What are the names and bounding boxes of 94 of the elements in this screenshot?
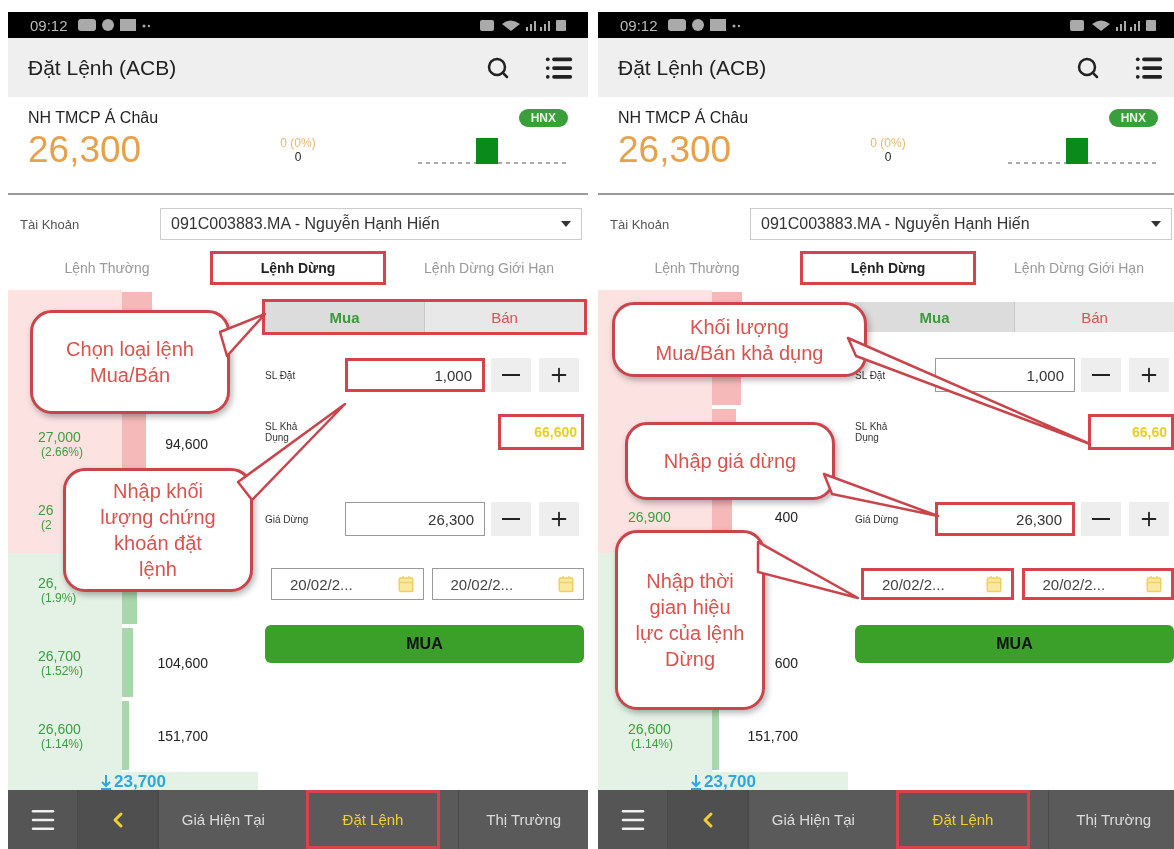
order-price: 26, (38, 574, 59, 591)
field-label: SL Đặt (265, 369, 297, 381)
decrement-button[interactable] (1081, 358, 1121, 392)
calendar-icon (557, 575, 575, 593)
stock-name: NH TMCP Á Châu (28, 109, 159, 127)
callout-bubble: Nhập giá dừng (625, 422, 835, 500)
stock-name: NH TMCP Á Châu (618, 109, 749, 127)
order-price: 26,600 (628, 720, 672, 737)
decrement-button[interactable] (1081, 502, 1121, 536)
field-label: Giá Dừng (265, 513, 310, 525)
date-field[interactable]: 20/02/2... (1021, 568, 1174, 600)
increment-button[interactable] (539, 358, 579, 392)
account-select[interactable]: 091C003883.MA - Nguyễn Hạnh Hiến (750, 208, 1172, 240)
nav-link[interactable]: Đặt Lệnh (895, 790, 1031, 849)
order-volume: 94,600 (165, 435, 208, 452)
status-time: 09:12 (30, 16, 68, 34)
field-label: SL Khả Dụng (265, 421, 299, 443)
minus-icon (502, 374, 520, 376)
calendar-icon (1145, 575, 1163, 593)
account-select[interactable]: 091C003883.MA - Nguyễn Hạnh Hiến (160, 208, 582, 240)
account-label: Tài Khoản (610, 216, 671, 232)
order-change: (1.14%) (40, 736, 85, 751)
order-price: 26 (38, 501, 55, 518)
stock-price: 26,300 (618, 129, 733, 171)
nav-link[interactable]: Giá Hiện Tại (748, 790, 878, 849)
buy-button[interactable]: MUA (855, 625, 1174, 663)
increment-button[interactable] (1129, 502, 1169, 536)
nav-link[interactable]: Đặt Lệnh (305, 790, 441, 849)
order-change: (2.66%) (40, 444, 85, 459)
date-field[interactable]: 20/02/2... (861, 568, 1014, 600)
input-field[interactable]: 1,000 (345, 358, 485, 392)
caret-icon (1151, 221, 1161, 227)
order-volume: 600 (774, 654, 798, 671)
price-change: 0 (0%) (280, 136, 316, 150)
trade-volume: 0 (294, 150, 302, 164)
order-change: (1.9%) (40, 590, 78, 605)
order-volume: 151,700 (157, 727, 208, 744)
decrement-button[interactable] (491, 502, 531, 536)
exchange-badge: HNX (518, 109, 568, 127)
account-label: Tài Khoản (20, 216, 81, 232)
field-label: SL Khả Dụng (855, 421, 889, 443)
order-change: (1.52%) (40, 663, 85, 678)
down-arrow-icon (690, 774, 702, 790)
order-price: 26,700 (38, 647, 82, 664)
minus-icon (1092, 518, 1110, 520)
total-volume: 23,700 (114, 772, 166, 792)
buy-button[interactable]: MUA (265, 625, 584, 663)
calendar-icon (984, 575, 1003, 593)
down-arrow-icon (100, 774, 112, 790)
available-quantity: 66,600 (498, 414, 584, 450)
callout-bubble: Chọn loại lệnh Mua/Bán (30, 310, 230, 414)
calendar-icon (396, 575, 415, 593)
search-button[interactable] (1076, 55, 1100, 80)
order-volume: 151,700 (747, 727, 798, 744)
price-change: 0 (0%) (870, 136, 906, 150)
total-volume: 23,700 (704, 772, 756, 792)
minus-icon (502, 518, 520, 520)
exchange-badge: HNX (1108, 109, 1158, 127)
screen-title: Đặt Lệnh (ACB) (618, 55, 768, 80)
search-button[interactable] (486, 55, 510, 80)
nav-link[interactable]: Thị Trường (458, 790, 588, 849)
order-price: 27,000 (38, 428, 82, 445)
nav-link[interactable]: Thị Trường (1048, 790, 1174, 849)
increment-button[interactable] (1129, 358, 1169, 392)
input-field[interactable]: 26,300 (935, 502, 1075, 536)
order-volume: 104,600 (157, 654, 208, 671)
order-price: 26,900 (628, 508, 672, 525)
trade-volume: 0 (884, 150, 892, 164)
available-quantity: 66,60 (1088, 414, 1174, 450)
search-icon (1076, 55, 1100, 80)
order-type-tab[interactable]: Lệnh Dừng (800, 250, 976, 285)
callout-bubble: Nhập thời gian hiệu lực của lệnh Dừng (615, 530, 765, 710)
callout-bubble: Nhập khối lượng chứng khoán đặt lệnh (63, 468, 253, 592)
menu-button[interactable] (598, 790, 668, 849)
decrement-button[interactable] (491, 358, 531, 392)
order-type-tab[interactable]: Lệnh Dừng (210, 250, 386, 285)
input-field[interactable]: 26,300 (345, 502, 485, 536)
status-time: 09:12 (620, 16, 658, 34)
caret-icon (561, 221, 571, 227)
menu-button[interactable] (8, 790, 78, 849)
increment-button[interactable] (539, 502, 579, 536)
order-volume: 400 (774, 508, 798, 525)
screen-title: Đặt Lệnh (ACB) (28, 55, 178, 80)
minus-icon (1092, 374, 1110, 376)
callout-pointer (220, 314, 265, 356)
date-field[interactable]: 20/02/2... (271, 568, 424, 600)
nav-link[interactable]: Giá Hiện Tại (158, 790, 288, 849)
stock-price: 26,300 (28, 129, 143, 171)
input-field[interactable]: 1,000 (935, 358, 1075, 392)
date-field[interactable]: 20/02/2... (431, 568, 584, 600)
field-label: Giá Dừng (855, 513, 900, 525)
order-price: 26,600 (38, 720, 82, 737)
search-icon (486, 55, 510, 80)
order-change: (1.14%) (630, 736, 675, 751)
